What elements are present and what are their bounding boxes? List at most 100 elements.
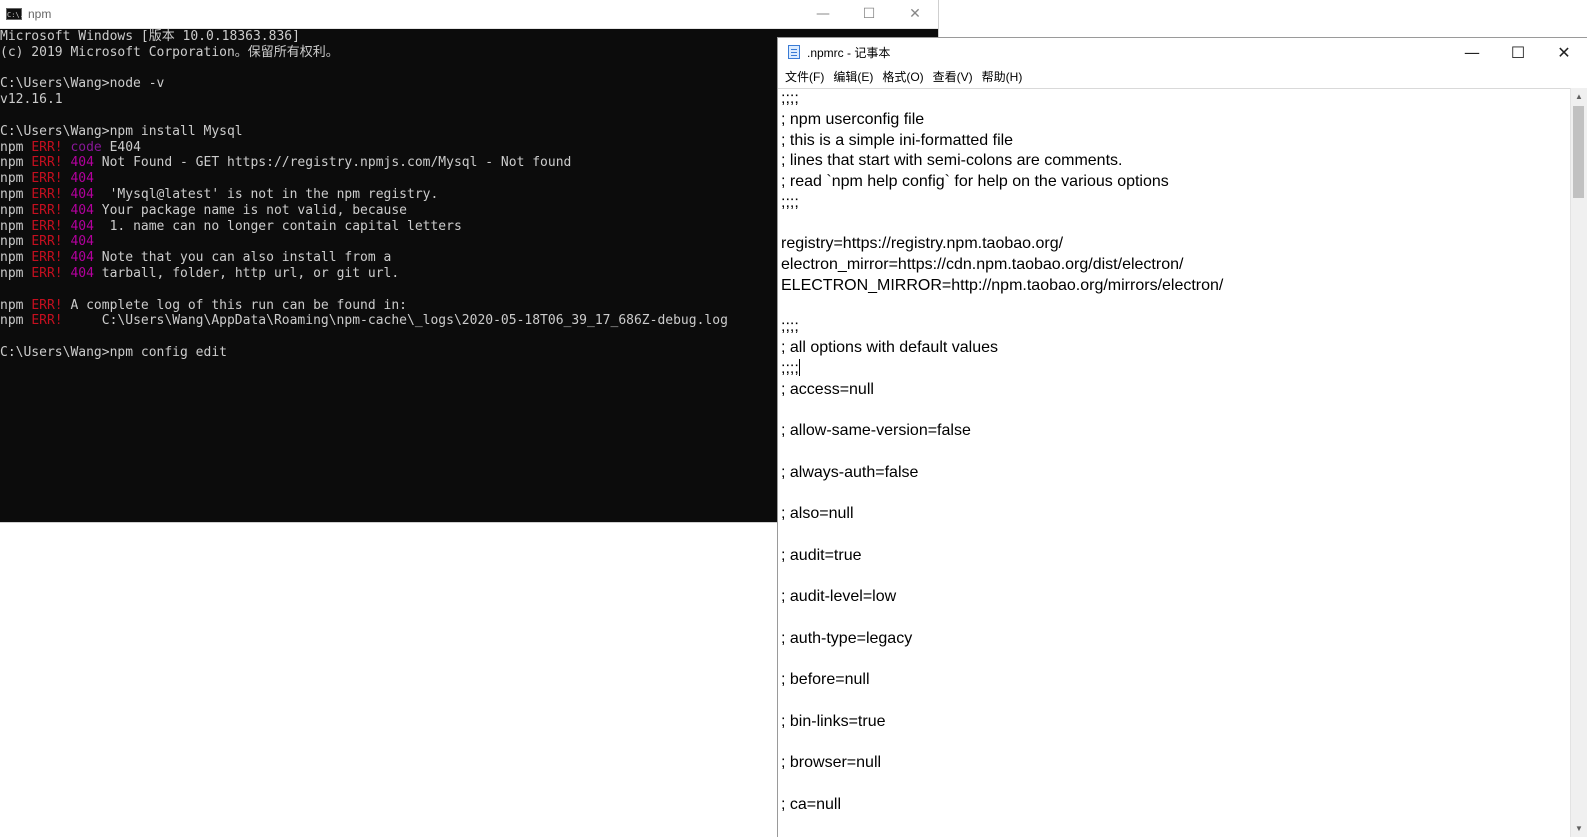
editor-line: ;;;; bbox=[781, 90, 799, 107]
terminal-token-err: ERR! bbox=[31, 171, 63, 187]
minimize-button[interactable]: — bbox=[1449, 38, 1495, 66]
terminal-text: A complete log of this run can be found … bbox=[62, 297, 407, 313]
editor-line: ; allow-same-version=false bbox=[781, 422, 971, 439]
terminal-text: (c) 2019 Microsoft Corporation。保留所有权利。 bbox=[0, 44, 339, 60]
terminal-token-err: ERR! bbox=[31, 218, 63, 234]
menu-bar: 文件(F) 编辑(E) 格式(O) 查看(V) 帮助(H) bbox=[778, 66, 1587, 89]
terminal-text: npm bbox=[0, 171, 32, 187]
terminal-text: npm bbox=[0, 250, 32, 266]
menu-format[interactable]: 格式(O) bbox=[880, 66, 930, 88]
editor-line: ; before=null bbox=[781, 671, 870, 688]
terminal-token-err: ERR! bbox=[31, 250, 63, 266]
editor-line: ;;;; bbox=[781, 318, 799, 336]
terminal-text: v12.16.1 bbox=[0, 92, 63, 108]
terminal-token-err: ERR! bbox=[31, 265, 63, 281]
editor-line: ; npm userconfig file bbox=[781, 110, 925, 128]
terminal-text: npm bbox=[0, 202, 32, 218]
editor-line: ; access=null bbox=[781, 380, 874, 398]
minimize-button[interactable]: — bbox=[800, 0, 846, 28]
notepad-window[interactable]: .npmrc - 记事本 — ☐ ✕ 文件(F) 编辑(E) 格式(O) 查看(… bbox=[777, 37, 1587, 837]
terminal-titlebar[interactable]: C:\. npm — ☐ ✕ bbox=[0, 0, 938, 29]
maximize-button[interactable]: ☐ bbox=[846, 0, 892, 28]
terminal-text: E404 bbox=[101, 139, 141, 155]
terminal-token-404: 404 bbox=[70, 202, 94, 218]
terminal-text: npm bbox=[0, 218, 32, 234]
terminal-title: npm bbox=[28, 7, 52, 21]
editor-line: ; bin-links=true bbox=[781, 712, 886, 730]
terminal-text: npm bbox=[0, 139, 32, 155]
editor-line: ; always-auth=false bbox=[781, 463, 919, 481]
close-icon: ✕ bbox=[909, 6, 921, 22]
terminal-token-err: ERR! bbox=[31, 313, 63, 329]
terminal-text: npm bbox=[0, 297, 32, 313]
notepad-titlebar[interactable]: .npmrc - 记事本 — ☐ ✕ bbox=[778, 38, 1587, 66]
terminal-token-err: ERR! bbox=[31, 155, 63, 171]
vertical-scrollbar[interactable]: ▲ ▼ bbox=[1570, 88, 1587, 837]
terminal-token-code: code bbox=[70, 139, 102, 155]
terminal-text: npm bbox=[0, 265, 32, 281]
terminal-token-err: ERR! bbox=[31, 297, 63, 313]
terminal-text: Not Found - GET https://registry.npmjs.c… bbox=[93, 155, 572, 171]
background-window-edge bbox=[938, 0, 1587, 38]
notepad-app-icon bbox=[788, 45, 800, 59]
terminal-text: C:\Users\Wang>npm install Mysql bbox=[0, 123, 243, 139]
close-button[interactable]: ✕ bbox=[1541, 38, 1587, 66]
scroll-up-arrow-icon[interactable]: ▲ bbox=[1571, 88, 1587, 105]
terminal-token-err: ERR! bbox=[31, 234, 63, 250]
terminal-text: npm bbox=[0, 313, 32, 329]
editor-line: ; audit=true bbox=[781, 546, 862, 564]
terminal-token-404: 404 bbox=[70, 234, 94, 250]
maximize-button[interactable]: ☐ bbox=[1495, 38, 1541, 66]
editor-line: ;;;; bbox=[781, 193, 799, 211]
scroll-thumb[interactable] bbox=[1573, 106, 1584, 198]
terminal-token-err: ERR! bbox=[31, 202, 63, 218]
terminal-text: Microsoft Windows [版本 10.0.18363.836] bbox=[0, 29, 300, 44]
notepad-window-controls: — ☐ ✕ bbox=[1449, 38, 1587, 66]
editor-line: ; all options with default values bbox=[781, 339, 999, 356]
terminal-text: npm bbox=[0, 155, 32, 171]
close-icon: ✕ bbox=[1557, 42, 1571, 62]
terminal-token-404: 404 bbox=[70, 250, 94, 266]
editor-line: ; also=null bbox=[781, 505, 854, 522]
menu-view[interactable]: 查看(V) bbox=[931, 66, 980, 88]
text-caret bbox=[798, 358, 800, 376]
notepad-title: .npmrc - 记事本 bbox=[807, 45, 891, 60]
menu-help[interactable]: 帮助(H) bbox=[980, 66, 1030, 88]
editor-line: ; browser=null bbox=[781, 754, 882, 771]
minimize-icon: — bbox=[816, 6, 830, 22]
terminal-text: Your package name is not valid, because bbox=[93, 202, 408, 218]
editor-text[interactable]: ;;;; ; npm userconfig file ; this is a sim… bbox=[778, 89, 1570, 815]
editor-line: ; lines that start with semi-colons are … bbox=[781, 152, 1123, 170]
maximize-icon: ☐ bbox=[862, 6, 876, 22]
editor-line: ;;;; bbox=[781, 358, 800, 377]
editor-line: registry=https://registry.npm.taobao.org… bbox=[781, 235, 1064, 253]
terminal-text: C:\Users\Wang>node -v bbox=[0, 76, 165, 92]
close-button[interactable]: ✕ bbox=[892, 0, 938, 28]
terminal-token-404: 404 bbox=[70, 218, 94, 234]
terminal-text: 1. name can no longer contain capital le… bbox=[93, 218, 462, 234]
editor-line: electron_mirror=https://cdn.npm.taobao.o… bbox=[781, 256, 1184, 273]
terminal-text: tarball, folder, http url, or git url. bbox=[93, 265, 400, 281]
menu-file[interactable]: 文件(F) bbox=[783, 66, 831, 88]
terminal-text: Note that you can also install from a bbox=[93, 250, 392, 266]
scroll-down-arrow-icon[interactable]: ▼ bbox=[1571, 820, 1587, 837]
editor-line: ; this is a simple ini-formatted file bbox=[781, 131, 1014, 149]
editor-line: ; audit-level=low bbox=[781, 588, 897, 605]
editor-line: ; read `npm help config` for help on the… bbox=[781, 173, 1169, 190]
terminal-text: C:\Users\Wang\AppData\Roaming\npm-cache\… bbox=[62, 313, 728, 329]
menu-edit[interactable]: 编辑(E) bbox=[831, 66, 880, 88]
terminal-token-404: 404 bbox=[70, 171, 94, 187]
terminal-token-404: 404 bbox=[70, 265, 94, 281]
text-editor[interactable]: ;;;; ; npm userconfig file ; this is a sim… bbox=[778, 88, 1570, 837]
editor-line: ELECTRON_MIRROR=http://npm.taobao.org/mi… bbox=[781, 276, 1224, 294]
